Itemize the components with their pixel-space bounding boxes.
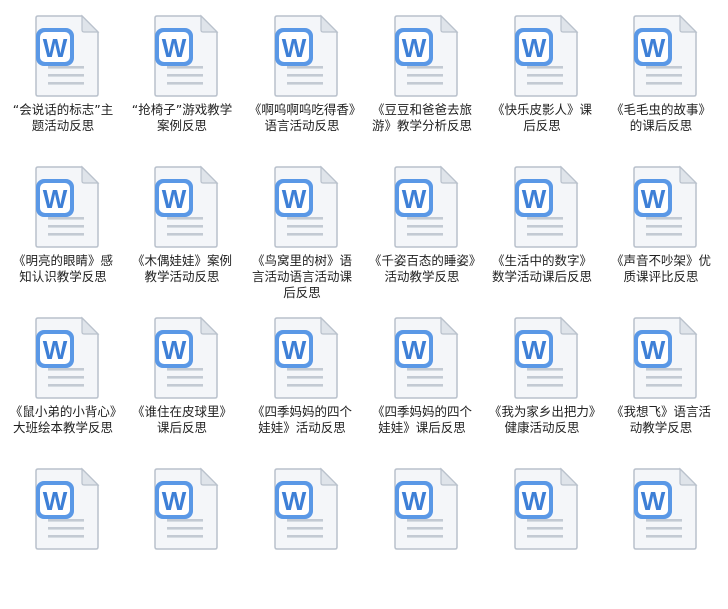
file-item[interactable]: W	[367, 459, 477, 609]
word-document-icon: W	[34, 316, 100, 400]
file-name: 《千姿百态的睡姿》活动教学反思	[368, 253, 476, 284]
file-item[interactable]: W 《四季妈妈的四个娃娃》课后反思	[367, 308, 477, 458]
svg-text:W: W	[522, 33, 547, 63]
word-document-icon: W	[153, 316, 219, 400]
file-item[interactable]: W 《我为家乡出把力》健康活动反思	[487, 308, 597, 458]
file-name: 《木偶娃娃》案例教学活动反思	[131, 253, 232, 284]
svg-text:W: W	[282, 33, 307, 63]
word-document-icon: W	[393, 165, 459, 249]
file-item[interactable]: W 《啊呜啊呜吃得香》语言活动反思	[247, 6, 357, 156]
file-item[interactable]: W 《鼠小弟的小背心》大班绘本教学反思	[8, 308, 118, 458]
file-item[interactable]: W 《明亮的眼睛》感知认识教学反思	[8, 157, 118, 307]
file-item[interactable]: W 《鸟窝里的树》语言活动语言活动课后反思	[247, 157, 357, 307]
word-document-icon: W	[513, 467, 579, 551]
word-document-icon: W	[273, 14, 339, 98]
file-grid: W “会说话的标志”主题活动反思 W “抢椅子”游戏教学案例反思 W 《啊呜啊呜…	[0, 0, 728, 560]
file-item[interactable]: W	[127, 459, 237, 609]
svg-text:W: W	[522, 335, 547, 365]
svg-text:W: W	[402, 184, 427, 214]
svg-text:W: W	[522, 184, 547, 214]
file-name: 《我想飞》语言活动教学反思	[610, 404, 711, 435]
word-document-icon: W	[632, 316, 698, 400]
file-item[interactable]: W 《四季妈妈的四个娃娃》活动反思	[247, 308, 357, 458]
file-name: 《谁住在皮球里》课后反思	[131, 404, 232, 435]
word-document-icon: W	[273, 316, 339, 400]
file-name: 《生活中的数字》数学活动课后反思	[491, 253, 592, 284]
svg-text:W: W	[641, 335, 666, 365]
svg-text:W: W	[162, 33, 187, 63]
word-document-icon: W	[273, 165, 339, 249]
file-name: 《啊呜啊呜吃得香》语言活动反思	[248, 102, 356, 133]
word-document-icon: W	[632, 14, 698, 98]
file-name: “抢椅子”游戏教学案例反思	[131, 102, 233, 133]
svg-text:W: W	[43, 335, 68, 365]
word-document-icon: W	[153, 165, 219, 249]
svg-text:W: W	[641, 486, 666, 516]
word-document-icon: W	[632, 467, 698, 551]
file-name: 《声音不吵架》优质课评比反思	[610, 253, 711, 284]
svg-text:W: W	[402, 33, 427, 63]
file-item[interactable]: W 《快乐皮影人》课后反思	[487, 6, 597, 156]
word-document-icon: W	[273, 467, 339, 551]
word-document-icon: W	[393, 467, 459, 551]
file-item[interactable]: W “抢椅子”游戏教学案例反思	[127, 6, 237, 156]
svg-text:W: W	[162, 184, 187, 214]
file-item[interactable]: W 《木偶娃娃》案例教学活动反思	[127, 157, 237, 307]
svg-text:W: W	[43, 33, 68, 63]
file-item[interactable]: W “会说话的标志”主题活动反思	[8, 6, 118, 156]
file-item[interactable]: W	[487, 459, 597, 609]
svg-text:W: W	[43, 486, 68, 516]
svg-text:W: W	[162, 486, 187, 516]
svg-text:W: W	[43, 184, 68, 214]
svg-text:W: W	[162, 335, 187, 365]
word-document-icon: W	[34, 14, 100, 98]
word-document-icon: W	[513, 165, 579, 249]
word-document-icon: W	[513, 316, 579, 400]
file-item[interactable]: W	[247, 459, 357, 609]
file-name: 《四季妈妈的四个娃娃》课后反思	[371, 404, 472, 435]
word-document-icon: W	[153, 467, 219, 551]
svg-text:W: W	[522, 486, 547, 516]
word-document-icon: W	[34, 467, 100, 551]
file-name: 《鼠小弟的小背心》大班绘本教学反思	[9, 404, 117, 435]
svg-text:W: W	[641, 33, 666, 63]
svg-text:W: W	[282, 335, 307, 365]
file-item[interactable]: W 《谁住在皮球里》课后反思	[127, 308, 237, 458]
svg-text:W: W	[282, 184, 307, 214]
svg-text:W: W	[402, 486, 427, 516]
file-item[interactable]: W 《声音不吵架》优质课评比反思	[606, 157, 716, 307]
file-name: 《鸟窝里的树》语言活动语言活动课后反思	[251, 253, 352, 300]
file-name: 《明亮的眼睛》感知认识教学反思	[12, 253, 113, 284]
file-name: 《豆豆和爸爸去旅游》教学分析反思	[371, 102, 472, 133]
word-document-icon: W	[34, 165, 100, 249]
word-document-icon: W	[513, 14, 579, 98]
file-item[interactable]: W 《毛毛虫的故事》的课后反思	[606, 6, 716, 156]
file-name: “会说话的标志”主题活动反思	[12, 102, 114, 133]
svg-text:W: W	[641, 184, 666, 214]
file-name: 《四季妈妈的四个娃娃》活动反思	[251, 404, 352, 435]
file-item[interactable]: W	[606, 459, 716, 609]
word-document-icon: W	[632, 165, 698, 249]
file-name: 《我为家乡出把力》健康活动反思	[488, 404, 596, 435]
file-item[interactable]: W	[8, 459, 118, 609]
file-item[interactable]: W 《我想飞》语言活动教学反思	[606, 308, 716, 458]
svg-text:W: W	[402, 335, 427, 365]
word-document-icon: W	[393, 316, 459, 400]
word-document-icon: W	[393, 14, 459, 98]
svg-text:W: W	[282, 486, 307, 516]
word-document-icon: W	[153, 14, 219, 98]
file-item[interactable]: W 《千姿百态的睡姿》活动教学反思	[367, 157, 477, 307]
file-item[interactable]: W 《生活中的数字》数学活动课后反思	[487, 157, 597, 307]
file-name: 《快乐皮影人》课后反思	[491, 102, 592, 133]
file-name: 《毛毛虫的故事》的课后反思	[610, 102, 711, 133]
file-item[interactable]: W 《豆豆和爸爸去旅游》教学分析反思	[367, 6, 477, 156]
